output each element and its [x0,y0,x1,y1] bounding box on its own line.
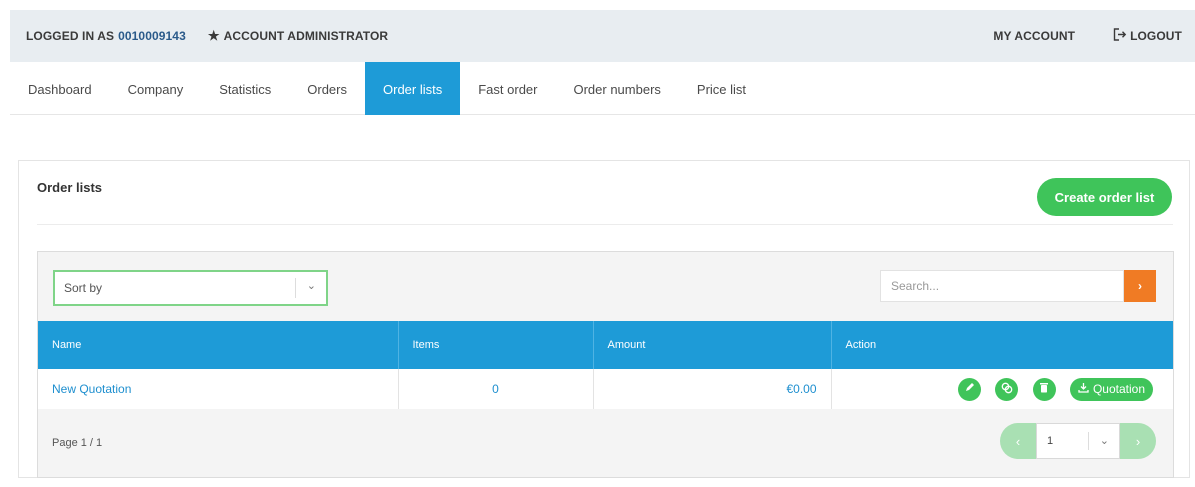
order-list-actions: Quotation [831,369,1173,409]
top-bar-actions: MY ACCOUNT LOGOUT [993,28,1195,44]
chevron-right-icon: › [1138,279,1142,293]
select-divider [295,278,296,298]
main-nav: Dashboard Company Statistics Orders Orde… [10,62,1195,115]
table-header-row: Name Items Amount Action [38,321,1173,369]
top-bar: LOGGED IN AS 0010009143 ★ ACCOUNT ADMINI… [10,10,1195,62]
page-title: Order lists [37,180,103,195]
next-page-button[interactable]: › [1120,423,1156,459]
delete-icon [1039,382,1049,396]
my-account-link[interactable]: MY ACCOUNT [993,29,1075,43]
column-header-action: Action [831,321,1173,369]
edit-button[interactable] [957,377,981,401]
quotation-label: Quotation [1092,382,1145,396]
chevron-left-icon: ‹ [1015,433,1021,449]
chevron-down-icon: ⌄ [1099,435,1109,447]
order-lists-table-container: Sort by ⌄ Search... › Name Items Amount … [37,251,1174,478]
order-lists-table: Name Items Amount Action New Quotation 0… [38,321,1173,409]
copy-icon [1001,382,1013,397]
quotation-button[interactable]: Quotation [1069,377,1153,401]
star-icon: ★ [207,28,220,43]
tab-dashboard[interactable]: Dashboard [10,62,110,115]
search-button[interactable]: › [1124,270,1156,302]
order-list-items: 0 [398,369,594,409]
select-divider [1088,432,1089,450]
tab-company[interactable]: Company [110,62,202,115]
order-list-amount: €0.00 [593,369,832,409]
column-header-items[interactable]: Items [398,321,594,369]
logout-label: LOGOUT [1130,29,1182,43]
column-header-amount[interactable]: Amount [593,321,832,369]
column-header-name[interactable]: Name [38,321,399,369]
page-select[interactable]: 1 ⌄ [1036,423,1120,459]
create-order-list-button[interactable]: Create order list [1037,178,1172,216]
logout-icon [1113,28,1127,44]
order-list-name-link[interactable]: New Quotation [38,369,399,409]
edit-icon [964,382,975,396]
login-info: LOGGED IN AS 0010009143 [26,29,186,43]
tab-fast-order[interactable]: Fast order [460,62,555,115]
tab-orders[interactable]: Orders [289,62,365,115]
copy-button[interactable] [995,377,1019,401]
search-input[interactable]: Search... [880,270,1124,302]
download-icon [1078,382,1089,396]
logout-link[interactable]: LOGOUT [1113,28,1182,44]
divider [37,224,1173,225]
tab-order-lists[interactable]: Order lists [365,62,461,115]
role-label: ACCOUNT ADMINISTRATOR [223,29,389,43]
logged-in-label: LOGGED IN AS [26,29,115,43]
previous-page-button[interactable]: ‹ [1000,423,1036,459]
tab-order-numbers[interactable]: Order numbers [555,62,678,115]
sort-by-value: Sort by [64,281,103,295]
chevron-right-icon: › [1135,433,1141,449]
pagination: ‹ 1 ⌄ › [1000,423,1156,459]
page-select-value: 1 [1047,435,1054,447]
tab-price-list[interactable]: Price list [679,62,764,115]
role-info: ★ ACCOUNT ADMINISTRATOR [208,28,388,44]
sort-by-select[interactable]: Sort by ⌄ [53,270,328,306]
order-lists-panel: Order lists Create order list Sort by ⌄ … [18,160,1190,478]
page-info: Page 1 / 1 [52,437,103,449]
delete-button[interactable] [1032,377,1056,401]
chevron-down-icon: ⌄ [306,280,316,292]
table-row: New Quotation 0 €0.00 Quotation [38,369,1173,409]
tab-statistics[interactable]: Statistics [201,62,289,115]
account-number: 0010009143 [118,29,186,43]
